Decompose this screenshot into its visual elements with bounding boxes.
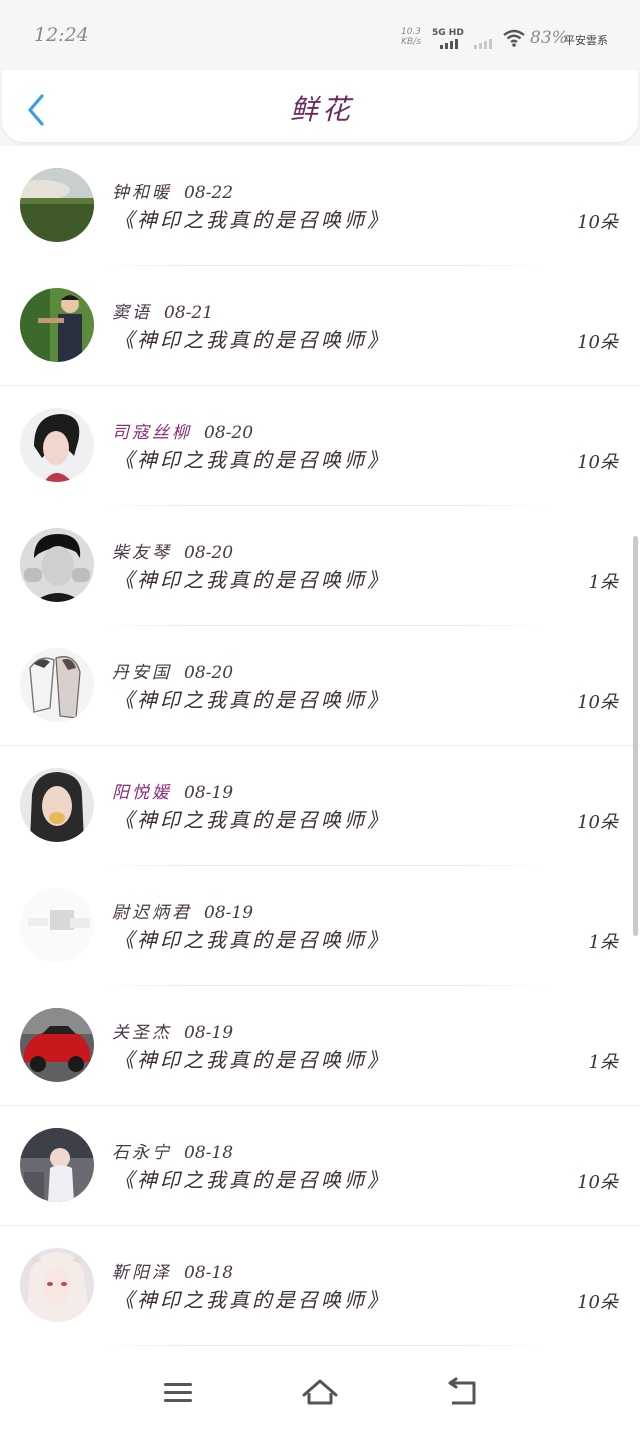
divider [100,1345,550,1346]
list-item[interactable]: 司寇丝柳 08-20 《神印之我真的是召唤师》 10朵 [0,386,640,506]
avatar[interactable] [20,528,94,602]
book-title: 《神印之我真的是召唤师》 [114,1288,390,1312]
sender-line: 石永宁 08-18 [112,1138,233,1163]
list-item[interactable]: 靳阳泽 08-18 《神印之我真的是召唤师》 10朵 [0,1226,640,1346]
avatar[interactable] [20,1248,94,1322]
back-button[interactable] [22,90,54,130]
book-title: 《神印之我真的是召唤师》 [114,808,390,832]
sender-name: 尉迟炳君 [112,903,192,923]
book-title: 《神印之我真的是召唤师》 [114,928,390,952]
network-speed: 10.3 KB/s [400,27,422,47]
sender-line: 窦语 08-21 [112,298,213,323]
wifi-icon [503,29,525,47]
return-button[interactable] [442,1375,482,1411]
sender-line: 靳阳泽 08-18 [112,1258,233,1283]
network-speed-unit: KB/s [401,37,421,47]
scrollbar[interactable] [633,536,638,936]
sent-date: 08-19 [184,1023,234,1043]
sender-name: 钟和暖 [112,183,172,203]
list-item[interactable]: 石永宁 08-18 《神印之我真的是召唤师》 10朵 [0,1106,640,1226]
home-icon [302,1379,338,1405]
avatar[interactable] [20,168,94,242]
flower-count: 1朵 [588,572,618,593]
menu-icon [164,1383,192,1402]
sender-name: 司寇丝柳 [112,423,192,443]
list-item[interactable]: 窦语 08-21 《神印之我真的是召唤师》 10朵 [0,266,640,386]
header: 鲜花 [0,70,640,146]
flower-count: 1朵 [588,1052,618,1073]
book-title: 《神印之我真的是召唤师》 [114,1048,390,1072]
book-title: 《神印之我真的是召唤师》 [114,448,390,472]
status-bar: 12:24 10.3 KB/s 5G HD 83% 平安雲系 [0,0,640,70]
network-speed-value: 10.3 [400,27,422,37]
avatar[interactable] [20,1128,94,1202]
book-title: 《神印之我真的是召唤师》 [114,208,390,232]
signal-icon [440,37,458,49]
sender-name: 阳悦媛 [112,783,172,803]
sender-name: 柴友琴 [112,543,172,563]
sent-date: 08-21 [164,303,214,323]
header-card: 鲜花 [2,70,638,142]
avatar[interactable] [20,1008,94,1082]
sender-name: 石永宁 [112,1143,172,1163]
book-title: 《神印之我真的是召唤师》 [114,688,390,712]
flower-count: 10朵 [577,332,618,353]
list-item[interactable]: 柴友琴 08-20 《神印之我真的是召唤师》 1朵 [0,506,640,626]
book-title: 《神印之我真的是召唤师》 [114,328,390,352]
flower-count: 1朵 [588,932,618,953]
book-title: 《神印之我真的是召唤师》 [114,1168,390,1192]
chevron-left-icon [28,94,44,126]
flower-count: 10朵 [577,1292,618,1313]
list-item[interactable]: 关圣杰 08-19 《神印之我真的是召唤师》 1朵 [0,986,640,1106]
sender-name: 关圣杰 [112,1023,172,1043]
status-time: 12:24 [34,24,89,46]
list-item[interactable]: 阳悦媛 08-19 《神印之我真的是召唤师》 10朵 [0,746,640,866]
carrier-label: 平安雲系 [564,34,608,47]
list-item[interactable]: 丹安国 08-20 《神印之我真的是召唤师》 10朵 [0,626,640,746]
sender-name: 靳阳泽 [112,1263,172,1283]
sent-date: 08-18 [184,1263,234,1283]
sender-line: 丹安国 08-20 [112,658,233,683]
sent-date: 08-19 [184,783,234,803]
list-item[interactable]: 钟和暖 08-22 《神印之我真的是召唤师》 10朵 [0,146,640,266]
navigation-bar [0,1355,640,1429]
sent-date: 08-18 [184,1143,234,1163]
sent-date: 08-22 [184,183,234,203]
sent-date: 08-20 [204,423,254,443]
flower-list: 钟和暖 08-22 《神印之我真的是召唤师》 10朵 窦语 08-21 《神印之我真… [0,146,640,1346]
sent-date: 08-19 [204,903,254,923]
avatar[interactable] [20,288,94,362]
sender-name: 窦语 [112,303,152,323]
list-item[interactable]: 尉迟炳君 08-19 《神印之我真的是召唤师》 1朵 [0,866,640,986]
home-button[interactable] [300,1375,340,1411]
sender-line: 柴友琴 08-20 [112,538,233,563]
flower-count: 10朵 [577,692,618,713]
sent-date: 08-20 [184,543,234,563]
return-icon [448,1377,476,1405]
sent-date: 08-20 [184,663,234,683]
avatar[interactable] [20,408,94,482]
battery-level: 83% [530,28,568,48]
flower-count: 10朵 [577,452,618,473]
avatar[interactable] [20,888,94,962]
sender-line: 钟和暖 08-22 [112,178,233,203]
flower-count: 10朵 [577,1172,618,1193]
avatar[interactable] [20,768,94,842]
sender-line: 司寇丝柳 08-20 [112,418,253,443]
sender-line: 阳悦媛 08-19 [112,778,233,803]
book-title: 《神印之我真的是召唤师》 [114,568,390,592]
menu-button[interactable] [158,1375,198,1411]
avatar[interactable] [20,648,94,722]
page-title: 鲜花 [289,93,354,126]
sender-line: 尉迟炳君 08-19 [112,898,253,923]
sender-line: 关圣杰 08-19 [112,1018,233,1043]
flower-count: 10朵 [577,812,618,833]
flower-count: 10朵 [577,212,618,233]
signal-secondary-icon [474,37,492,49]
sender-name: 丹安国 [112,663,172,683]
